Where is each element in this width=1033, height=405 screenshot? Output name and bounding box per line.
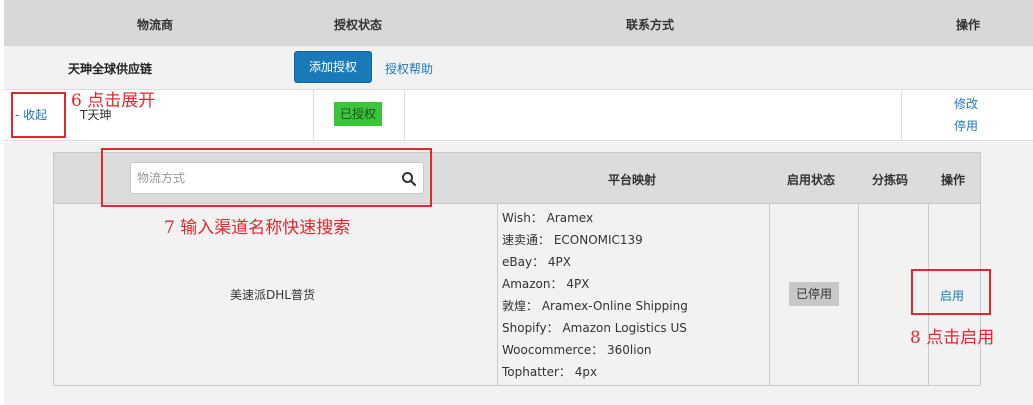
column-divider xyxy=(858,204,859,385)
annotation-step6: 6 点击展开 xyxy=(71,91,156,111)
mapping-item: Amazon： 4PX xyxy=(502,277,590,291)
mapping-item: 敦煌： Aramex-Online Shipping xyxy=(502,299,688,313)
col-header-sort-code: 分拣码 xyxy=(872,173,909,187)
annotation-step8: 8 点击启用 xyxy=(910,328,995,348)
mapping-item: Wish： Aramex xyxy=(502,211,594,225)
column-divider xyxy=(313,90,314,141)
annotation-step7: 7 输入渠道名称快速搜索 xyxy=(164,218,351,238)
auth-help-link[interactable]: 授权帮助 xyxy=(385,60,433,77)
mapping-item: 速卖通： ECONOMIC139 xyxy=(502,233,643,247)
annotation-box-enable xyxy=(911,269,991,315)
edit-link[interactable]: 修改 xyxy=(954,95,978,112)
col-header-auth-status: 授权状态 xyxy=(334,18,383,32)
mapping-item: eBay： 4PX xyxy=(502,255,571,269)
account-row: - 收起 T天珅 已授权 修改 停用 xyxy=(4,90,1033,141)
col-header-platform-mapping: 平台映射 xyxy=(608,173,657,187)
add-auth-button[interactable]: 添加授权 xyxy=(294,51,372,83)
table-header: 物流商 授权状态 联系方式 操作 xyxy=(4,0,1033,46)
column-divider xyxy=(404,90,405,141)
col-header-enable-status: 启用状态 xyxy=(787,173,836,187)
col-header-actions: 操作 xyxy=(956,18,981,32)
shipping-method-name: 美速派DHL普货 xyxy=(230,288,315,302)
mapping-item: Shopify： Amazon Logistics US xyxy=(502,321,687,335)
auth-status-badge: 已授权 xyxy=(334,102,382,126)
mapping-item: Woocommerce： 360lion xyxy=(502,343,652,357)
mapping-item: Tophatter： 4px xyxy=(502,365,598,379)
col-header-carrier: 物流商 xyxy=(137,18,174,32)
carrier-name: 天珅全球供应链 xyxy=(68,62,153,76)
column-divider xyxy=(769,204,770,385)
carrier-row: 天珅全球供应链 添加授权 授权帮助 xyxy=(4,46,1033,90)
enable-status-badge: 已停用 xyxy=(789,282,839,306)
col-header-contact: 联系方式 xyxy=(626,18,675,32)
column-divider xyxy=(901,90,902,141)
platform-mapping-list: Wish： Aramex 速卖通： ECONOMIC139 eBay： 4PX … xyxy=(502,210,688,386)
col-header-channel-actions: 操作 xyxy=(941,173,966,187)
logistics-auth-page: 物流商 授权状态 联系方式 操作 天珅全球供应链 添加授权 授权帮助 - 收起 … xyxy=(0,0,1033,405)
annotation-box-search xyxy=(101,148,432,207)
disable-link[interactable]: 停用 xyxy=(954,117,978,134)
column-divider xyxy=(497,204,498,385)
annotation-box-collapse xyxy=(11,92,66,138)
